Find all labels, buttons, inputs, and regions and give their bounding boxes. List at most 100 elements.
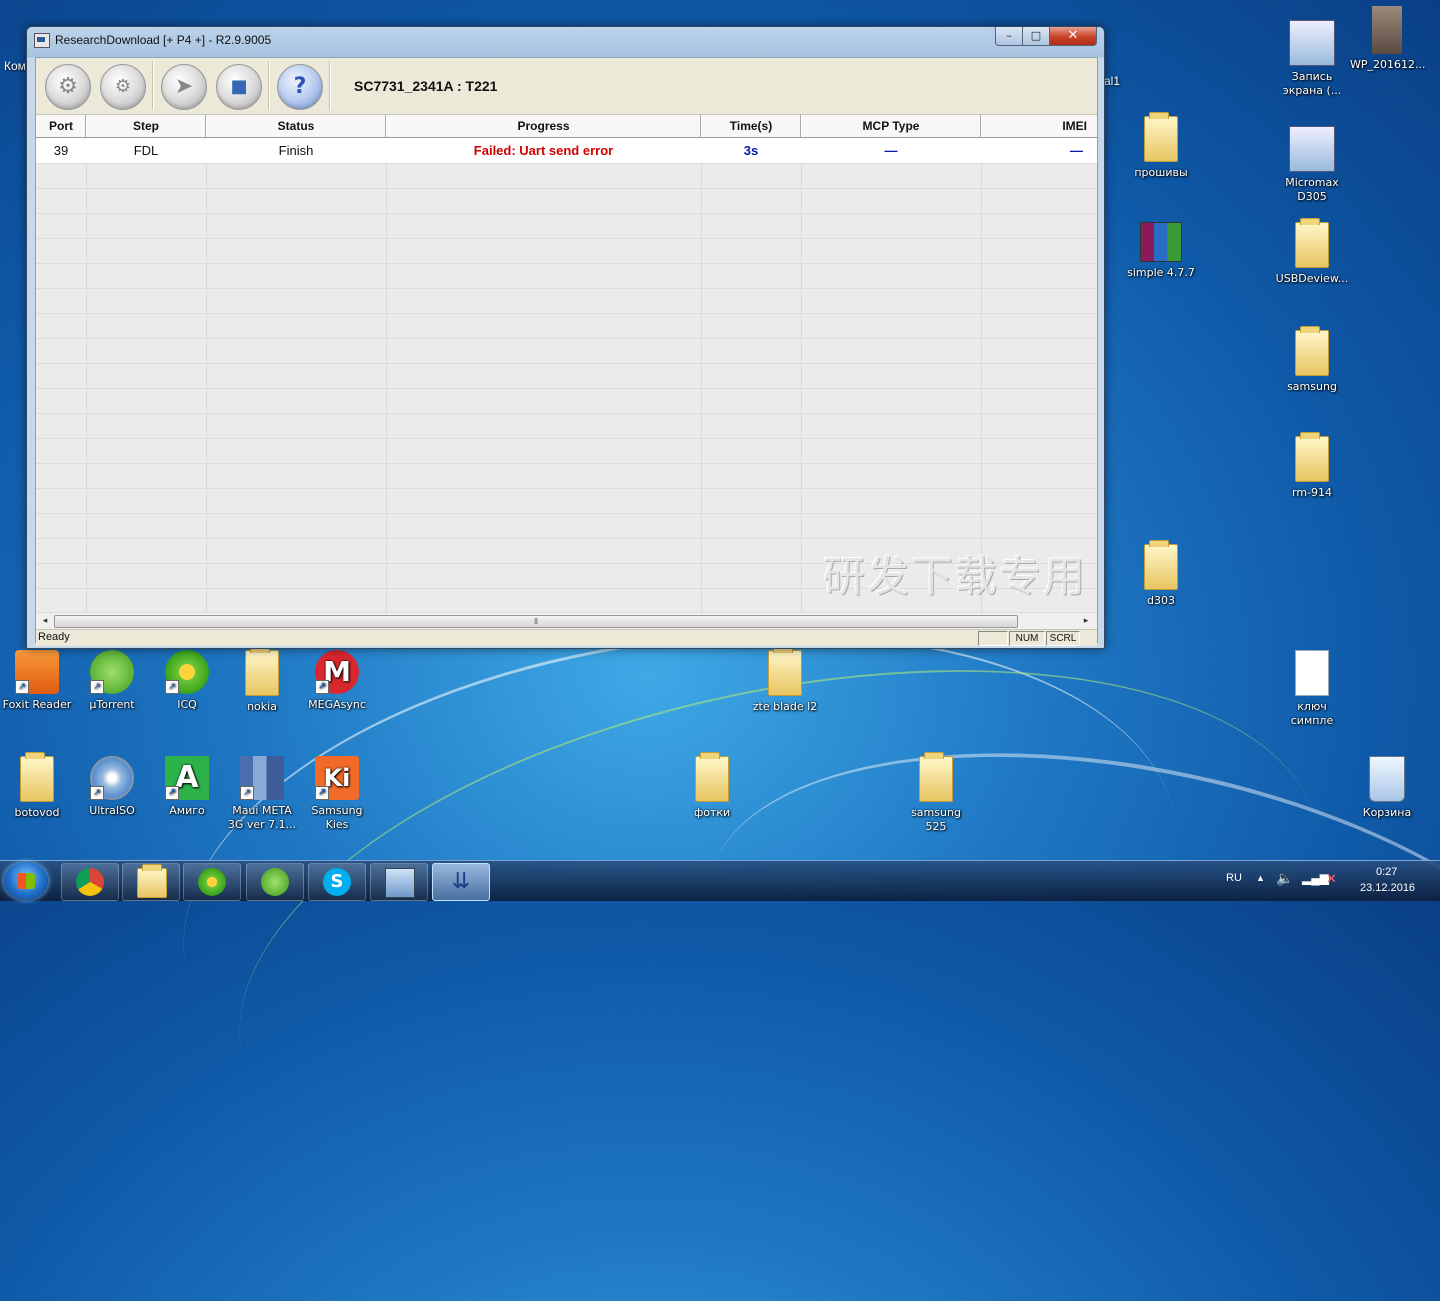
desktop-icon-label: ключ симпле [1290,700,1334,727]
toolbar-separator [268,62,270,110]
start-download-button[interactable]: ➤ [161,64,207,110]
icq-flower-icon: ↗ [165,650,209,694]
toolbar-separator [329,62,331,110]
gear-icon: ⚙ [58,74,78,99]
column-header-step[interactable]: Step [86,115,206,137]
column-header-time[interactable]: Time(s) [701,115,801,137]
column-header-imei[interactable]: IMEI [981,115,1097,137]
desktop-icon-maui-meta[interactable]: ↗ Maui META 3G ver 7.1... [225,756,299,832]
shortcut-arrow-icon: ↗ [90,680,104,694]
network-error-icon[interactable]: ✕ [1326,871,1337,887]
desktop-icon-megasync[interactable]: M ↗ MEGAsync [300,650,374,712]
grid-row-line [36,288,1097,289]
desktop-icon-nokia[interactable]: nokia [225,646,299,714]
desktop-icon-amigo[interactable]: A ↗ Амиго [150,756,224,818]
desktop-icon-simple-477[interactable]: simple 4.7.7 [1124,222,1198,280]
load-packet-button[interactable]: ⚙ [45,64,91,110]
utorrent-icon [261,868,289,896]
window-title: ResearchDownload [+ P4 +] - R2.9.9005 [55,33,272,47]
column-header-progress[interactable]: Progress [386,115,701,137]
cell-progress: Failed: Uart send error [473,143,614,158]
samsung-kies-icon: Ki ↗ [315,756,359,800]
desktop-icon-samsung-folder[interactable]: samsung [1275,326,1349,394]
title-bar[interactable]: ResearchDownload [+ P4 +] - R2.9.9005 – … [27,27,1104,53]
desktop-icon-d303[interactable]: d303 [1124,540,1198,608]
minimize-button[interactable]: – [995,27,1023,46]
desktop-icon-rm914[interactable]: rm-914 [1275,432,1349,500]
folder-icon [768,646,802,696]
taskbar-researchdownload[interactable]: ⇊ [432,863,490,901]
desktop-icon-label: Samsung Kies [311,804,363,831]
chrome-icon [76,868,104,896]
desktop-icon-zte-blade[interactable]: zte blade l2 [748,646,822,714]
grid-row-line [36,488,1097,489]
shortcut-arrow-icon: ↗ [90,786,104,800]
desktop-icon-foxit-reader[interactable]: ↗ Foxit Reader [0,650,74,712]
taskbar-network-app[interactable] [370,863,428,901]
scroll-right-arrow-icon[interactable]: ▸ [1079,615,1093,628]
scroll-left-arrow-icon[interactable]: ◂ [38,615,52,628]
grid-row-line [36,313,1097,314]
desktop-icon-recycle-bin[interactable]: Корзина [1350,756,1424,820]
folder-icon [1295,432,1329,482]
researchdownload-window[interactable]: ResearchDownload [+ P4 +] - R2.9.9005 – … [26,26,1105,649]
column-header-mcp-type[interactable]: MCP Type [801,115,981,137]
video-file-icon [1289,20,1335,66]
desktop-icon-label: µTorrent [89,698,135,711]
grid-row-line [36,438,1097,439]
shortcut-arrow-icon: ↗ [165,680,179,694]
language-indicator[interactable]: RU [1226,872,1242,884]
desktop-icon-label: d303 [1147,594,1175,607]
desktop-icon-micromax-d305[interactable]: Micromax D305 [1275,126,1349,204]
desktop-icon-botovod[interactable]: botovod [0,752,74,820]
desktop-icon-photos[interactable]: фотки [675,752,749,820]
desktop-label-partial: Ком [4,59,26,73]
taskbar-icq[interactable] [183,863,241,901]
desktop-icon-label: MEGAsync [308,698,366,711]
start-button[interactable] [4,862,48,900]
volume-icon[interactable]: 🔈 [1276,870,1293,887]
taskbar-skype[interactable]: S [308,863,366,901]
desktop-icon-utorrent[interactable]: ↗ µTorrent [75,650,149,712]
clock-time[interactable]: 0:27 [1376,866,1397,878]
grid-row-line [36,213,1097,214]
horizontal-scrollbar[interactable]: ◂ ⦀ ▸ [36,612,1097,630]
desktop-icon-label: Корзина [1362,806,1412,819]
desktop-icon-label: Запись экрана (... [1282,70,1342,97]
port-grid[interactable]: Port Step Status Progress Time(s) MCP Ty… [36,115,1097,612]
desktop-icon-label: прошивы [1134,166,1188,179]
shortcut-arrow-icon: ↗ [240,786,254,800]
desktop-icon-label: Foxit Reader [2,698,72,711]
show-hidden-icons-arrow-icon[interactable]: ▲ [1256,873,1265,883]
help-button[interactable]: ? [277,64,323,110]
desktop-icon-ultraiso[interactable]: ↗ UltraISO [75,756,149,818]
taskbar-explorer[interactable] [122,863,180,901]
app-icon [34,33,50,48]
desktop-icon-wp-video[interactable]: WP_201612... [1350,6,1426,72]
desktop-icon-screen-recording[interactable]: Запись экрана (... [1275,20,1349,98]
taskbar-utorrent[interactable] [246,863,304,901]
utorrent-icon: ↗ [90,650,134,694]
clock-date[interactable]: 23.12.2016 [1360,882,1415,894]
desktop-icon-label: zte blade l2 [752,700,818,713]
maximize-button[interactable]: □ [1022,27,1050,46]
device-info: SC7731_2341A : T221 [354,78,498,94]
desktop-icon-key-simple[interactable]: ключ симпле [1275,650,1349,728]
taskbar-chrome[interactable] [61,863,119,901]
desktop-icon-samsung-kies[interactable]: Ki ↗ Samsung Kies [300,756,374,832]
scrollbar-thumb[interactable]: ⦀ [54,615,1018,628]
column-header-port[interactable]: Port [36,115,86,137]
settings-button[interactable]: ⚙ [100,64,146,110]
toolbar-separator [152,62,154,110]
desktop-icon-icq[interactable]: ↗ ICQ [150,650,224,712]
cell-imei: — [1070,143,1083,158]
signal-icon[interactable]: ▂▄▆ [1302,871,1329,885]
desktop-icon-firmware-folder[interactable]: прошивы [1124,112,1198,180]
column-header-status[interactable]: Status [206,115,386,137]
close-button[interactable]: ✕ [1049,27,1097,46]
desktop-icon-samsung-525[interactable]: samsung 525 [899,752,973,834]
cell-time: 3s [743,143,759,158]
desktop-icon-usbdeview[interactable]: USBDeview... [1275,218,1349,286]
table-row[interactable]: 39 FDL Finish Failed: Uart send error 3s… [36,138,1097,164]
stop-download-button[interactable]: ■ [216,64,262,110]
